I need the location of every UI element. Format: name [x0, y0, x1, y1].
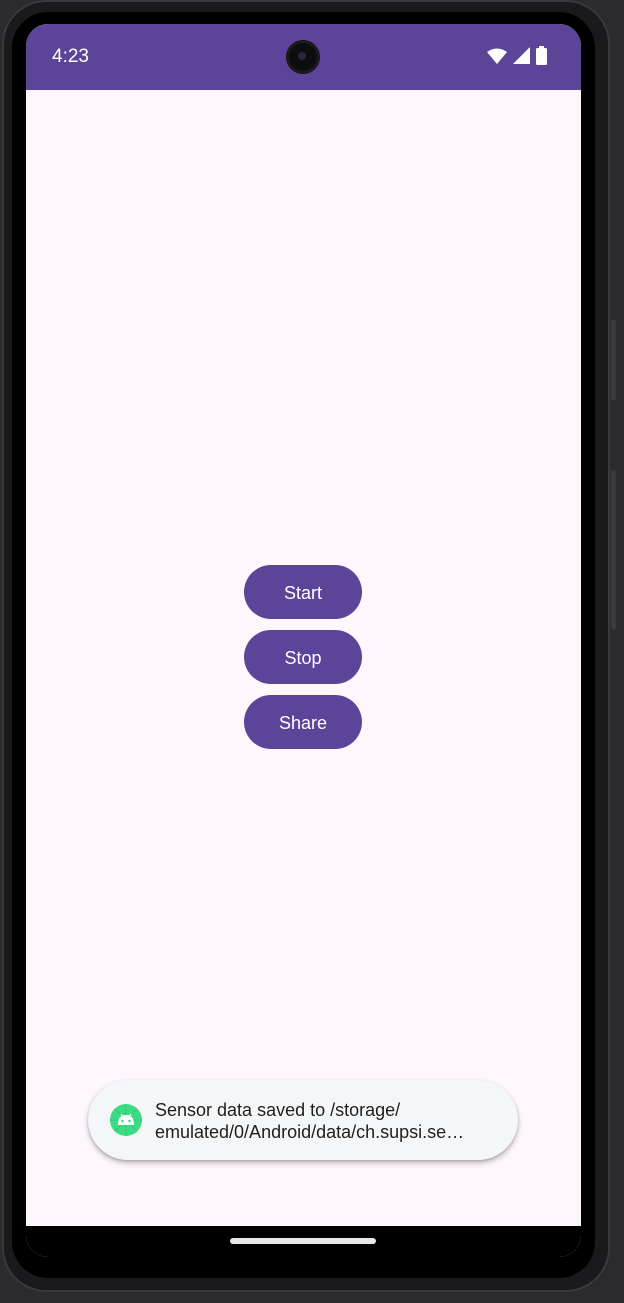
status-icons [487, 46, 547, 70]
stop-button[interactable]: Stop [244, 630, 362, 684]
battery-icon [536, 46, 547, 70]
wifi-icon [487, 48, 507, 69]
cellular-signal-icon [513, 47, 530, 69]
device-frame: 4:23 Start Stop Share Sensor data saved … [0, 0, 624, 1303]
home-indicator[interactable] [230, 1238, 376, 1244]
screen: 4:23 Start Stop Share Sensor data saved … [26, 24, 581, 1257]
volume-up-button [611, 320, 616, 400]
share-button[interactable]: Share [244, 695, 362, 749]
toast-text-line-2: emulated/0/Android/data/ch.supsi.se… [155, 1122, 465, 1142]
toast-message: Sensor data saved to /storage/ emulated/… [88, 1080, 518, 1160]
main-content: Start Stop Share [26, 90, 581, 1226]
status-bar: 4:23 [26, 24, 581, 90]
android-icon [110, 1104, 142, 1136]
start-button[interactable]: Start [244, 565, 362, 619]
toast-text-line-1: Sensor data saved to /storage/ [155, 1100, 401, 1120]
power-button [611, 470, 616, 630]
status-time: 4:23 [52, 46, 89, 67]
navigation-bar [26, 1226, 581, 1257]
toast-text: Sensor data saved to /storage/ emulated/… [155, 1099, 495, 1143]
front-camera [286, 40, 320, 74]
